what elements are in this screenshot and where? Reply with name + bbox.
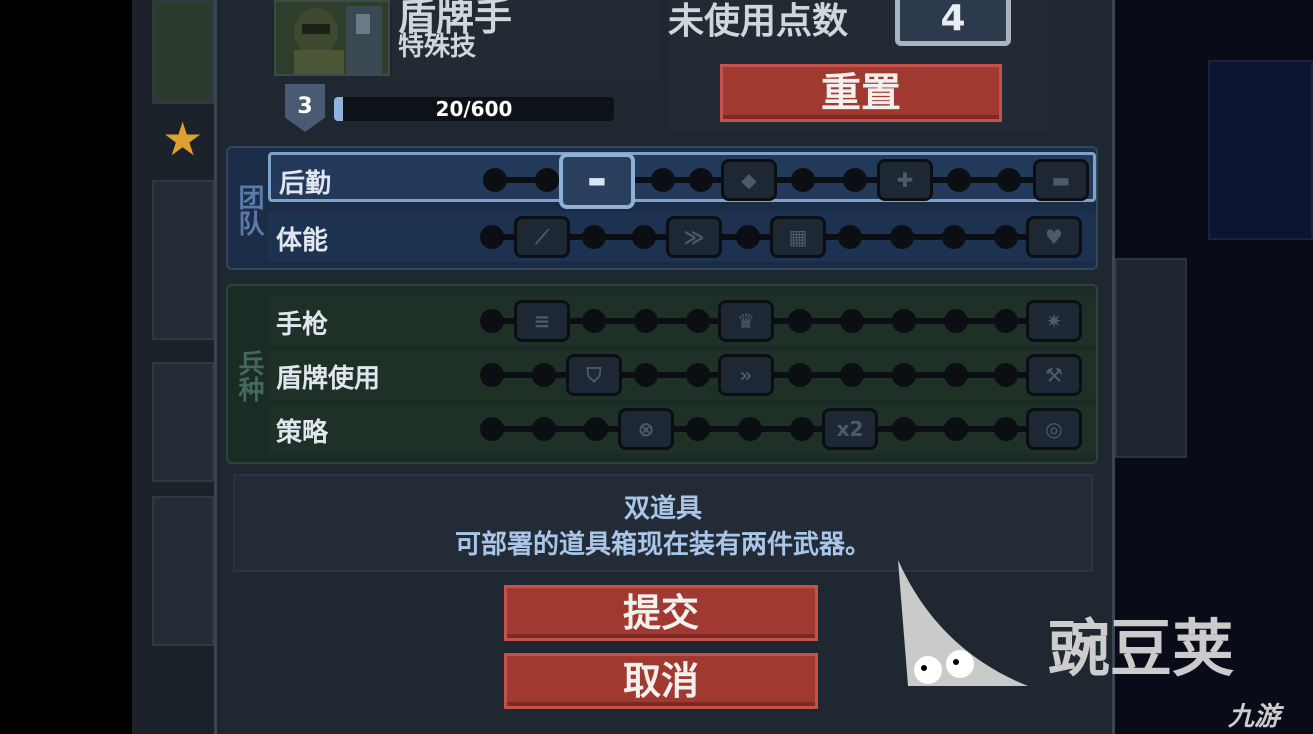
skill-dot[interactable] bbox=[790, 417, 814, 441]
heart-rate-icon[interactable]: ♥ bbox=[1026, 216, 1082, 258]
skill-row-tactics[interactable]: 策略 ⊗ x2 ◎ bbox=[268, 404, 1096, 454]
unit-portrait bbox=[274, 0, 390, 76]
skill-label: 后勤 bbox=[279, 169, 332, 199]
skill-row-stamina[interactable]: 体能 ⟋ ≫ ▦ ♥ bbox=[268, 212, 1096, 262]
skill-dot[interactable] bbox=[994, 225, 1018, 249]
ammo-crate-icon[interactable]: ▬ bbox=[559, 153, 635, 209]
reset-button[interactable]: 重置 bbox=[720, 64, 1002, 122]
skill-row-shield-use[interactable]: 盾牌使用 ⛉ » ⚒ bbox=[268, 350, 1096, 400]
armor-plus-icon[interactable]: ◆ bbox=[721, 159, 777, 201]
watermark-logo-icon bbox=[898, 560, 1028, 686]
skill-dot[interactable] bbox=[584, 417, 608, 441]
roster-slot[interactable] bbox=[152, 362, 214, 482]
skill-label: 盾牌使用 bbox=[276, 364, 381, 394]
skill-dot[interactable] bbox=[944, 309, 968, 333]
roster-portrait[interactable] bbox=[152, 0, 214, 104]
skill-dot[interactable] bbox=[532, 417, 556, 441]
cancel-button[interactable]: 取消 bbox=[504, 653, 818, 709]
star-icon: ★ bbox=[162, 112, 204, 166]
skill-dot[interactable] bbox=[480, 225, 504, 249]
turret-icon[interactable]: ⊗ bbox=[618, 408, 674, 450]
skill-dot[interactable] bbox=[892, 417, 916, 441]
roster-slot[interactable] bbox=[152, 180, 214, 340]
roster-slot[interactable] bbox=[152, 496, 214, 646]
roster-column bbox=[132, 0, 214, 734]
submit-button[interactable]: 提交 bbox=[504, 585, 818, 641]
skill-dot[interactable] bbox=[582, 225, 606, 249]
skill-dot[interactable] bbox=[944, 363, 968, 387]
skill-track bbox=[488, 426, 1068, 432]
unit-subtitle: 特殊技 bbox=[398, 32, 477, 62]
skill-dot[interactable] bbox=[480, 417, 504, 441]
skill-dot[interactable] bbox=[686, 363, 710, 387]
skill-dot[interactable] bbox=[582, 309, 606, 333]
unused-points-value: 4 bbox=[895, 0, 1011, 46]
skill-dot[interactable] bbox=[788, 309, 812, 333]
description-title: 双道具 bbox=[623, 494, 702, 524]
skill-label: 手枪 bbox=[276, 310, 329, 340]
description-text: 可部署的道具箱现在装有两件武器。 bbox=[454, 530, 871, 560]
skill-dot[interactable] bbox=[532, 363, 556, 387]
knife-icon[interactable]: ⟋ bbox=[514, 216, 570, 258]
skill-dot[interactable] bbox=[997, 168, 1021, 192]
group-arms-label: 兵种 bbox=[234, 350, 264, 402]
skill-dot[interactable] bbox=[689, 168, 713, 192]
skill-dot[interactable] bbox=[892, 363, 916, 387]
skill-dot[interactable] bbox=[480, 309, 504, 333]
background-panel bbox=[1115, 258, 1187, 458]
medkit-icon[interactable]: ✚ bbox=[877, 159, 933, 201]
skill-dot[interactable] bbox=[634, 309, 658, 333]
soldier-portrait-icon bbox=[276, 2, 388, 74]
skill-dot[interactable] bbox=[686, 417, 710, 441]
skill-label: 策略 bbox=[276, 418, 329, 448]
sprint-icon[interactable]: ≫ bbox=[666, 216, 722, 258]
skill-dot[interactable] bbox=[686, 309, 710, 333]
skill-dot[interactable] bbox=[944, 417, 968, 441]
skill-dot[interactable] bbox=[738, 417, 762, 441]
skill-dot[interactable] bbox=[651, 168, 675, 192]
skill-dot[interactable] bbox=[892, 309, 916, 333]
skill-dot[interactable] bbox=[634, 363, 658, 387]
watermark-brand: 豌豆荚 bbox=[1048, 612, 1235, 685]
supply-box-icon[interactable]: ▬ bbox=[1033, 159, 1089, 201]
crown-icon[interactable]: ♛ bbox=[718, 300, 774, 342]
skill-dot[interactable] bbox=[535, 168, 559, 192]
skill-dot[interactable] bbox=[838, 225, 862, 249]
skill-dot[interactable] bbox=[994, 363, 1018, 387]
skill-row-logistics[interactable]: 后勤 ▬ ◆ ✚ ▬ bbox=[268, 152, 1096, 209]
magazine-icon[interactable]: ≡ bbox=[514, 300, 570, 342]
grid-icon[interactable]: ▦ bbox=[770, 216, 826, 258]
skill-dot[interactable] bbox=[791, 168, 815, 192]
xp-text: 20/600 bbox=[435, 97, 513, 121]
skill-dot[interactable] bbox=[994, 309, 1018, 333]
skill-dot[interactable] bbox=[788, 363, 812, 387]
shield-bash-icon[interactable]: » bbox=[718, 354, 774, 396]
skill-dot[interactable] bbox=[994, 417, 1018, 441]
group-team-label: 团队 bbox=[234, 184, 264, 236]
skill-dot[interactable] bbox=[942, 225, 966, 249]
unused-points-label: 未使用点数 bbox=[668, 1, 849, 42]
burst-icon[interactable]: ✷ bbox=[1026, 300, 1082, 342]
skill-label: 体能 bbox=[276, 226, 329, 256]
double-crate-icon[interactable]: x2 bbox=[822, 408, 878, 450]
skill-dot[interactable] bbox=[890, 225, 914, 249]
skill-dot[interactable] bbox=[947, 168, 971, 192]
skill-dot[interactable] bbox=[840, 363, 864, 387]
wrench-icon[interactable]: ⚒ bbox=[1026, 354, 1082, 396]
skill-dot[interactable] bbox=[632, 225, 656, 249]
skill-dot[interactable] bbox=[736, 225, 760, 249]
watermark-site: 九游 bbox=[1228, 702, 1281, 732]
skill-dot[interactable] bbox=[480, 363, 504, 387]
background-panel bbox=[1208, 60, 1313, 240]
skill-dot[interactable] bbox=[483, 168, 507, 192]
skill-track bbox=[488, 318, 1068, 324]
shield-icon[interactable]: ⛉ bbox=[566, 354, 622, 396]
skill-row-pistol[interactable]: 手枪 ≡ ♛ ✷ bbox=[268, 296, 1096, 346]
skill-dot[interactable] bbox=[843, 168, 867, 192]
skill-dot[interactable] bbox=[840, 309, 864, 333]
target-shield-icon[interactable]: ◎ bbox=[1026, 408, 1082, 450]
